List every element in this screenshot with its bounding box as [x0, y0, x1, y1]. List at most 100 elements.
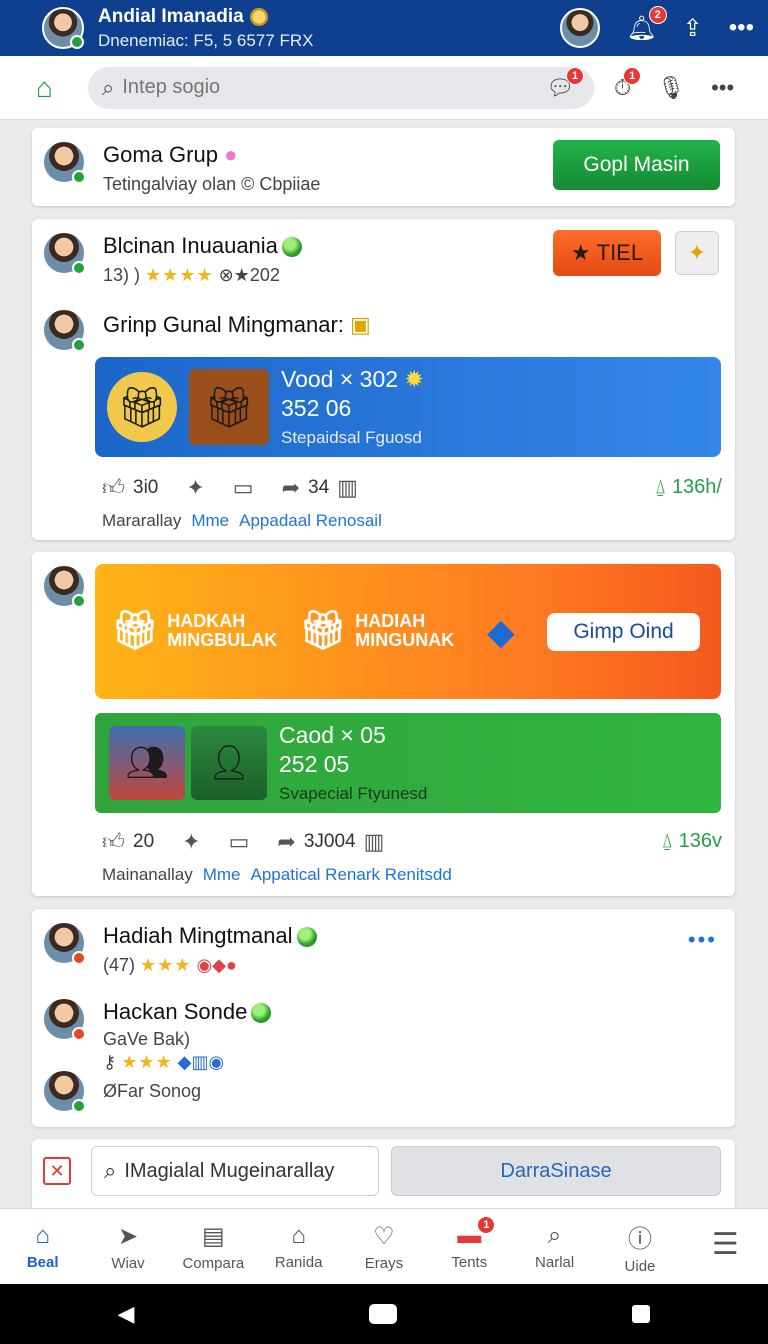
tab-wiav[interactable]: ➤ Wiav [85, 1209, 170, 1284]
status-icon [72, 1027, 86, 1041]
member-avatar-1[interactable] [42, 921, 86, 965]
boost-action[interactable]: ✦ [186, 475, 204, 501]
member-name-2: Hackan Sonde [103, 999, 248, 1024]
views-icon: ⍙ [654, 476, 667, 498]
banner-button[interactable]: Gimp Oind [547, 612, 700, 651]
view-count: 136h/ [671, 476, 722, 498]
profile-avatar[interactable] [42, 7, 84, 49]
like-action[interactable]: 👍︎ 3i0 [102, 474, 158, 501]
gift-action[interactable]: ▭ [229, 829, 250, 855]
tab-erays[interactable]: ♡ Erays [341, 1209, 426, 1284]
member-avatar-3[interactable] [42, 1069, 86, 1113]
home-button-icon[interactable] [369, 1304, 398, 1324]
promo-banner-green[interactable]: 👥︎ 👤︎ Caod × 05 252 05 Svapecial Ftyunes… [95, 713, 721, 813]
verified-icon [72, 261, 86, 275]
tab-narlal[interactable]: ⌕ Narlal [512, 1209, 597, 1284]
group-subtitle: Tetingalviay olan © Cbpiiae [103, 174, 321, 194]
more-options-icon[interactable]: ••• [688, 927, 717, 953]
gem-icon [296, 927, 317, 948]
message-field[interactable]: ⌕ [91, 1146, 379, 1196]
card-icon: ▤ [201, 1222, 225, 1250]
tab-compara[interactable]: ▤ Compara [171, 1209, 256, 1284]
commenter-avatar[interactable] [42, 308, 86, 352]
verified-icon [72, 594, 86, 608]
promo-banner-blue[interactable]: 🎁︎ 🎁︎ Vood × 302 ✹ 352 06 Stepaidsal Fgu… [95, 357, 721, 457]
gift-stack-icon: 🎁︎ [189, 369, 269, 445]
alert-badge: 1 [623, 66, 642, 85]
tab-ranida[interactable]: ⌂ Ranida [256, 1209, 341, 1284]
comment-author: Grinp Gunal Mingmanar: [103, 312, 344, 337]
member-avatar-2[interactable] [42, 997, 86, 1041]
tab-uide[interactable]: ⓘ Uide [597, 1209, 682, 1284]
author-avatar[interactable] [42, 564, 86, 608]
friend-avatar[interactable] [560, 8, 601, 48]
submit-button[interactable]: DarraSinase [391, 1146, 721, 1196]
share-action[interactable]: ➦ 3J004 ▥ [277, 829, 384, 855]
share-icon[interactable]: ⇪ [683, 14, 703, 43]
gift-banner[interactable]: 🎁︎ HADKAH MINGBULAK 🎁︎ HADIAH MINGUNAK ◆ G… [95, 564, 721, 699]
notification-badge: 2 [648, 5, 667, 24]
message-input[interactable] [124, 1159, 355, 1183]
members-list-card: ••• Hadiah Mingtmanal (47) ★★★ ◉◆● Hacka… [32, 909, 735, 1127]
author-avatar[interactable] [42, 231, 86, 275]
like-action[interactable]: 👍︎ 20 [102, 828, 154, 855]
rating-stars: ★★★★ [145, 265, 214, 285]
promo-line-1: Vood × 302 [281, 366, 399, 392]
more-menu-icon[interactable]: ••• [729, 14, 754, 42]
status-icon [72, 951, 86, 965]
promo-line-3: Svapecial Ftyunesd [279, 784, 428, 803]
chat-badge: 1 [566, 66, 584, 85]
search-box[interactable]: ⌕ 💬︎1 [88, 66, 594, 109]
share-arrow-icon: ➦ [281, 474, 301, 500]
notifications-icon[interactable]: 🔔︎ 2 [626, 5, 667, 43]
tab-label: Beal [26, 1254, 59, 1271]
close-icon[interactable]: ✕ [43, 1157, 71, 1185]
tab-beal[interactable]: ⌂ Beal [0, 1209, 85, 1284]
group-photo-1: 👥︎ [109, 726, 185, 800]
cube-icon: ◆ [487, 610, 515, 652]
group-name: Goma Grup [103, 142, 218, 167]
action-label-2[interactable]: Mme [203, 865, 241, 885]
action-label-3[interactable]: Appadaal Renosail [239, 511, 382, 531]
lightbulb-button[interactable]: ✦ [675, 231, 719, 275]
boost-action[interactable]: ✦ [182, 829, 200, 855]
recents-icon[interactable] [632, 1305, 651, 1323]
share-action[interactable]: ➦ 34 ▥ [282, 475, 358, 501]
post-meta-extra: ⊗★202 [218, 265, 280, 285]
alert-icon[interactable]: ⏱ 1 [614, 66, 642, 101]
tab-tents[interactable]: ▬ 1 Tents [427, 1209, 512, 1284]
views-icon: ⍙ [661, 830, 674, 852]
tab-label: Erays [364, 1254, 404, 1272]
tab-label: Compara [182, 1254, 245, 1272]
status-icon [72, 1099, 86, 1113]
tab-label: Tents [451, 1254, 488, 1271]
home-icon[interactable]: ⌂ [36, 72, 76, 104]
back-icon[interactable]: ◀ [118, 1301, 135, 1327]
search-input[interactable] [122, 76, 523, 99]
gift-action[interactable]: ▭ [233, 475, 254, 501]
verified-icon [72, 170, 86, 184]
sparkle-icon: ✹ [404, 366, 424, 392]
share-arrow-icon: ➦ [277, 828, 296, 854]
system-nav-bar: ◀ [0, 1284, 768, 1344]
action-label-3[interactable]: Appatical Renark Renitsdd [251, 865, 452, 885]
send-icon: ➤ [117, 1222, 139, 1250]
verified-icon [72, 338, 86, 352]
house-icon: ⌂ [291, 1222, 306, 1249]
chat-icon[interactable]: 💬︎ 1 [546, 66, 584, 101]
post-actions: 👍︎ 3i0 ✦ ▭ ➦ 34 ▥ Mararallay Mme Appadaal R… [102, 474, 722, 531]
promo-line-1: Caod × 05 [279, 722, 386, 748]
action-label-2[interactable]: Mme [191, 511, 229, 531]
mic-icon[interactable]: 🎙︎ [657, 75, 685, 101]
tab-menu[interactable]: ☰ [683, 1209, 768, 1284]
group-card: Goma Grup ● Tetingalviay olan © Cbpiiae … [32, 128, 735, 206]
chat-tab-icon: ▬ 1 [457, 1216, 496, 1250]
tiel-button[interactable]: ★ TIEL [553, 230, 661, 276]
group-photo-2: 👤︎ [191, 726, 267, 800]
overflow-icon[interactable]: ••• [711, 75, 734, 101]
post-card-1: Blcinan Inuauania 13) ) ★★★★ ⊗★202 ★ TIEL… [32, 219, 735, 540]
join-group-button[interactable]: Gopl Masin [553, 140, 720, 190]
group-avatar[interactable] [42, 140, 86, 184]
view-count: 136v [678, 830, 722, 852]
gift-icon: 🎁︎ [111, 609, 160, 652]
